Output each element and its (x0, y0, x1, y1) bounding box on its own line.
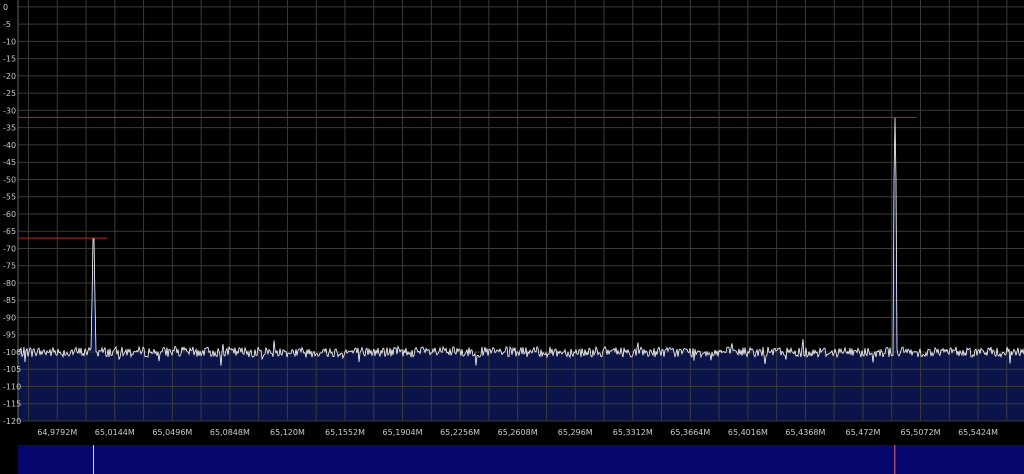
x-tick-label: 65,2256M (440, 428, 480, 437)
y-tick-label: -65 (3, 227, 16, 236)
y-tick-label: -60 (3, 210, 16, 219)
x-tick-label: 64,9792M (37, 428, 77, 437)
y-tick-label: -80 (3, 279, 16, 288)
waterfall-band (18, 445, 1024, 474)
y-tick-label: -30 (3, 106, 16, 115)
y-tick-label: -35 (3, 124, 16, 133)
spectrum-analyzer-chart[interactable]: 0 -5 -10 -15 -20 -25 -30 -35 -40 -45 -50 -55 -60 -65 -… (0, 0, 1024, 474)
y-tick-label: -100 (3, 348, 21, 357)
y-tick-label: -10 (3, 37, 16, 46)
y-tick-label: -50 (3, 175, 16, 184)
x-tick-label: 65,2608M (498, 428, 538, 437)
x-tick-label: 65,296M (558, 428, 593, 437)
y-tick-label: -85 (3, 296, 16, 305)
y-tick-label: -15 (3, 55, 16, 64)
y-tick-label: -105 (3, 365, 21, 374)
y-tick-label: -70 (3, 244, 16, 253)
y-tick-label: -95 (3, 331, 16, 340)
y-tick-label: -120 (3, 417, 21, 426)
y-tick-label: -115 (3, 400, 21, 409)
x-tick-label: 65,1552M (325, 428, 365, 437)
y-tick-label: 0 (3, 3, 8, 12)
x-tick-label: 65,4368M (785, 428, 825, 437)
x-tick-label: 65,3312M (613, 428, 653, 437)
x-tick-label: 65,0144M (95, 428, 135, 437)
x-axis-labels: 64,9792M 65,0144M 65,0496M 65,0848M 65,120M 6… (37, 428, 998, 437)
y-tick-label: -5 (3, 20, 11, 29)
x-tick-label: 65,0496M (152, 428, 192, 437)
y-tick-label: -55 (3, 193, 16, 202)
x-tick-label: 65,472M (846, 428, 881, 437)
x-tick-label: 65,1904M (383, 428, 423, 437)
y-tick-label: -25 (3, 89, 16, 98)
y-tick-label: -90 (3, 313, 16, 322)
y-tick-label: -75 (3, 262, 16, 271)
x-tick-label: 65,4016M (728, 428, 768, 437)
x-tick-label: 65,5424M (958, 428, 998, 437)
y-tick-label: -40 (3, 141, 16, 150)
x-tick-label: 65,0848M (210, 428, 250, 437)
x-tick-label: 65,3664M (670, 428, 710, 437)
y-tick-label: -45 (3, 158, 16, 167)
waterfall-strip[interactable] (18, 445, 1024, 474)
x-tick-label: 65,5072M (901, 428, 941, 437)
y-tick-label: -110 (3, 382, 21, 391)
x-tick-label: 65,120M (270, 428, 305, 437)
y-tick-label: -20 (3, 72, 16, 81)
